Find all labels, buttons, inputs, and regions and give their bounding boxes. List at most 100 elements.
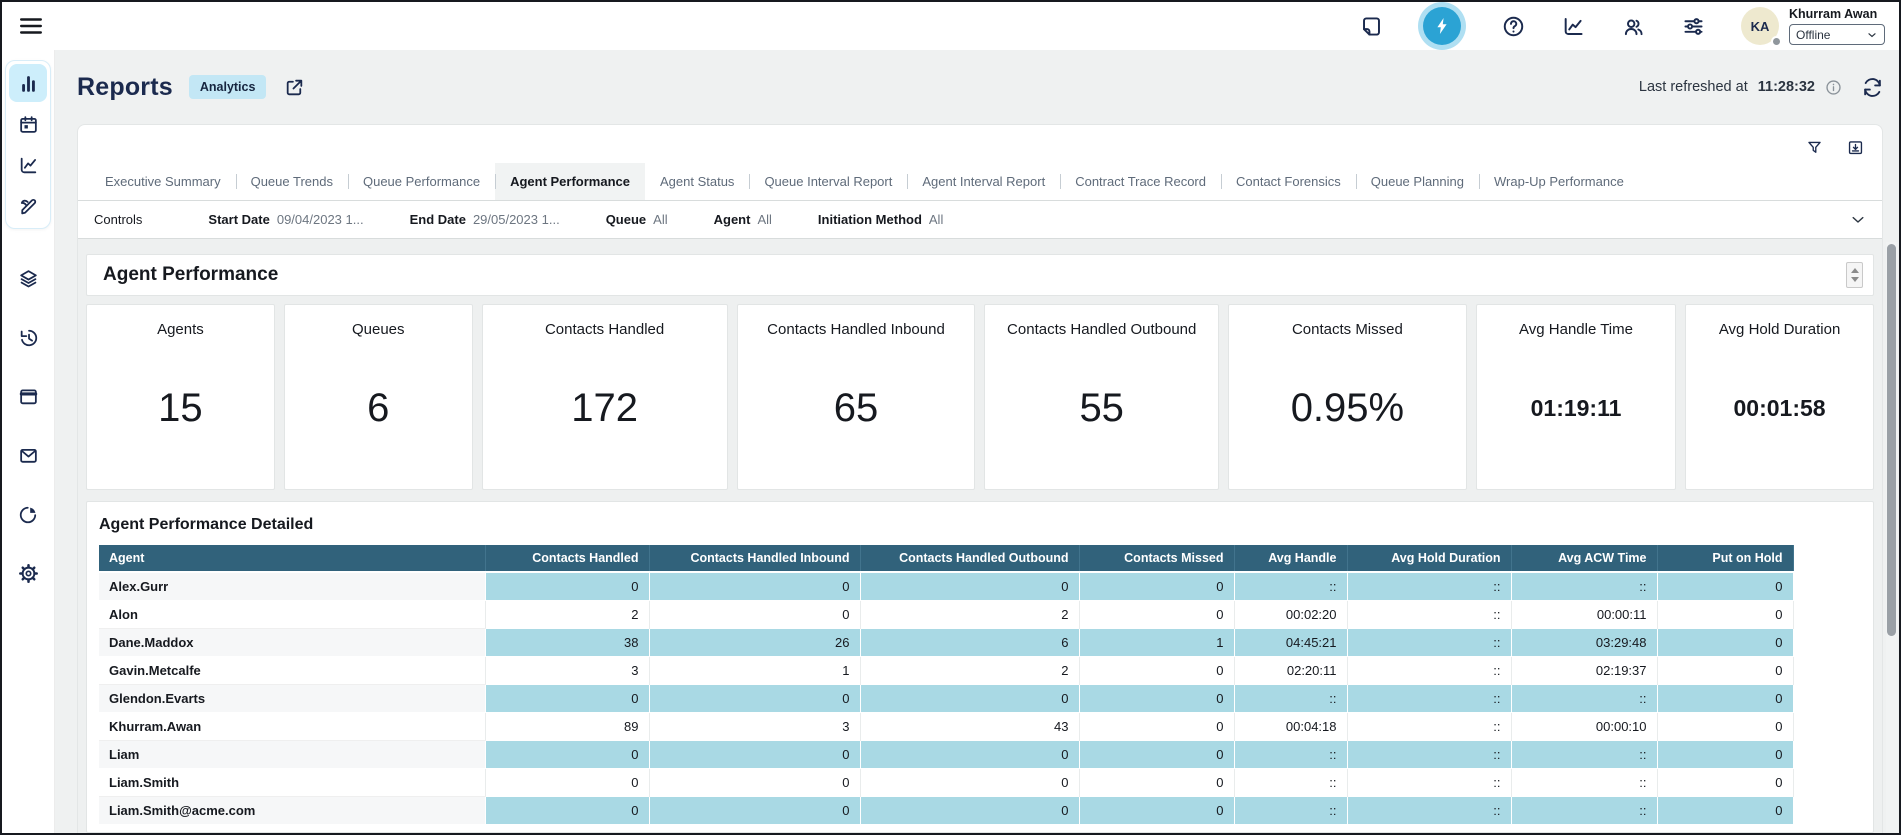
table-header-cell[interactable]: Avg Handle: [1234, 545, 1347, 572]
control-field-label: End Date: [410, 212, 466, 227]
control-initiation-method[interactable]: Initiation MethodAll: [818, 212, 943, 227]
table-cell: ::: [1347, 657, 1511, 685]
kpi-label: Contacts Handled: [545, 321, 664, 338]
sidebar-item-gear-icon[interactable]: [9, 554, 47, 592]
status-select[interactable]: Offline: [1789, 24, 1885, 45]
notes-icon[interactable]: [1359, 14, 1383, 38]
table-cell: 0: [1079, 797, 1234, 825]
control-field-label: Queue: [606, 212, 646, 227]
info-icon[interactable]: [1825, 79, 1842, 96]
table-cell: 0: [1657, 572, 1793, 601]
kpi-label: Agents: [157, 321, 204, 338]
tab-queue-performance[interactable]: Queue Performance: [348, 163, 495, 200]
page-header: Reports Analytics Last refreshed at 11:2…: [77, 50, 1883, 124]
tab-agent-performance[interactable]: Agent Performance: [495, 163, 645, 200]
table-header-cell[interactable]: Avg ACW Time: [1511, 545, 1657, 572]
report-card: Executive SummaryQueue TrendsQueue Perfo…: [77, 124, 1883, 833]
table-cell: 2: [860, 657, 1079, 685]
sidebar-item-layers-icon[interactable]: [9, 259, 47, 297]
metrics-icon[interactable]: [1561, 14, 1585, 38]
table-cell: 0: [860, 797, 1079, 825]
sliders-icon[interactable]: [1681, 14, 1705, 38]
table-cell: 0: [1657, 601, 1793, 629]
tab-contact-forensics[interactable]: Contact Forensics: [1221, 163, 1356, 200]
tab-queue-planning[interactable]: Queue Planning: [1356, 163, 1479, 200]
kpi-value-wrap: 6: [367, 338, 389, 489]
sidebar-item-calendar-icon[interactable]: [9, 105, 47, 143]
controls-expand-chevron-icon[interactable]: [1850, 212, 1866, 228]
kpi-value-wrap: 00:01:58: [1734, 338, 1826, 489]
refresh-icon[interactable]: [1862, 77, 1883, 98]
kpi-card-avg-hold-duration: Avg Hold Duration00:01:58: [1685, 304, 1874, 490]
table-header-cell[interactable]: Put on Hold: [1657, 545, 1793, 572]
sidebar-item-design-icon[interactable]: [9, 187, 47, 225]
table-cell: 0: [1657, 629, 1793, 657]
table-cell: 43: [860, 713, 1079, 741]
control-agent[interactable]: AgentAll: [714, 212, 772, 227]
control-field-value: 29/05/2023 1...: [473, 212, 560, 227]
download-icon[interactable]: [1847, 139, 1864, 156]
lightning-icon[interactable]: [1423, 7, 1461, 45]
table-cell: 0: [649, 572, 860, 601]
kpi-label: Contacts Handled Inbound: [767, 321, 945, 338]
status-dot: [1771, 36, 1782, 47]
topbar: KA Khurram Awan Offline: [2, 2, 1899, 50]
tab-agent-status[interactable]: Agent Status: [645, 163, 749, 200]
stepper-up-icon[interactable]: [1851, 268, 1859, 273]
sidebar-item-mail-icon[interactable]: [9, 436, 47, 474]
vertical-scrollbar-thumb[interactable]: [1887, 244, 1896, 636]
stepper-down-icon[interactable]: [1851, 277, 1859, 282]
users-icon[interactable]: [1621, 14, 1645, 38]
external-link-icon[interactable]: [284, 77, 305, 98]
kpi-value: 0.95%: [1291, 386, 1404, 441]
table-cell: 0: [1657, 685, 1793, 713]
table-cell: ::: [1234, 685, 1347, 713]
table-cell: ::: [1347, 685, 1511, 713]
avatar-initials: KA: [1751, 19, 1770, 34]
kpi-value-wrap: 0.95%: [1291, 338, 1404, 489]
report-tabs: Executive SummaryQueue TrendsQueue Perfo…: [78, 163, 1882, 201]
control-start-date[interactable]: Start Date09/04/2023 1...: [208, 212, 363, 227]
table-cell: 2: [485, 601, 649, 629]
last-refreshed-label: Last refreshed at: [1639, 79, 1748, 95]
help-icon[interactable]: [1501, 14, 1525, 38]
section-title: Agent Performance: [103, 264, 278, 286]
sidebar-item-pie-chart-icon[interactable]: [9, 495, 47, 533]
table-header-cell[interactable]: Contacts Handled: [485, 545, 649, 572]
table-cell: 0: [860, 769, 1079, 797]
table-header-cell[interactable]: Agent: [99, 545, 485, 572]
table-cell: 03:29:48: [1511, 629, 1657, 657]
sidebar-item-window-icon[interactable]: [9, 377, 47, 415]
table-cell: 0: [860, 685, 1079, 713]
hamburger-menu-icon[interactable]: [18, 13, 44, 39]
tab-queue-interval-report[interactable]: Queue Interval Report: [749, 163, 907, 200]
table-header-cell[interactable]: Avg Hold Duration: [1347, 545, 1511, 572]
sidebar-primary-group: [5, 60, 51, 229]
control-fields: Start Date09/04/2023 1... End Date 29/05/2…: [208, 212, 989, 227]
sidebar-item-line-chart-icon[interactable]: [9, 146, 47, 184]
tab-queue-trends[interactable]: Queue Trends: [236, 163, 348, 200]
tab-wrap-up-performance[interactable]: Wrap-Up Performance: [1479, 163, 1639, 200]
tab-executive-summary[interactable]: Executive Summary: [90, 163, 236, 200]
vertical-scrollbar[interactable]: [1886, 242, 1898, 832]
report-body: Agent Performance Agents15Queues6Contact…: [78, 239, 1882, 833]
tab-contract-trace-record[interactable]: Contract Trace Record: [1060, 163, 1221, 200]
tab-agent-interval-report[interactable]: Agent Interval Report: [907, 163, 1060, 200]
table-cell: 0: [1079, 601, 1234, 629]
avatar[interactable]: KA: [1741, 7, 1779, 45]
control-field-value: All: [929, 212, 943, 227]
agent-name-cell: Liam: [99, 741, 485, 769]
control-queue[interactable]: QueueAll: [606, 212, 668, 227]
section-stepper[interactable]: [1846, 262, 1863, 288]
table-cell: ::: [1347, 601, 1511, 629]
table-header-cell[interactable]: Contacts Missed: [1079, 545, 1234, 572]
table-header-cell[interactable]: Contacts Handled Inbound: [649, 545, 860, 572]
sidebar-item-bar-chart-icon[interactable]: [9, 64, 47, 102]
filter-icon[interactable]: [1806, 139, 1823, 156]
sidebar-item-history-icon[interactable]: [9, 318, 47, 356]
table-cell: 0: [1657, 713, 1793, 741]
kpi-value: 01:19:11: [1531, 395, 1622, 432]
control-end-date[interactable]: End Date 29/05/2023 1...: [410, 212, 560, 227]
kpi-value-wrap: 65: [834, 338, 879, 489]
table-header-cell[interactable]: Contacts Handled Outbound: [860, 545, 1079, 572]
